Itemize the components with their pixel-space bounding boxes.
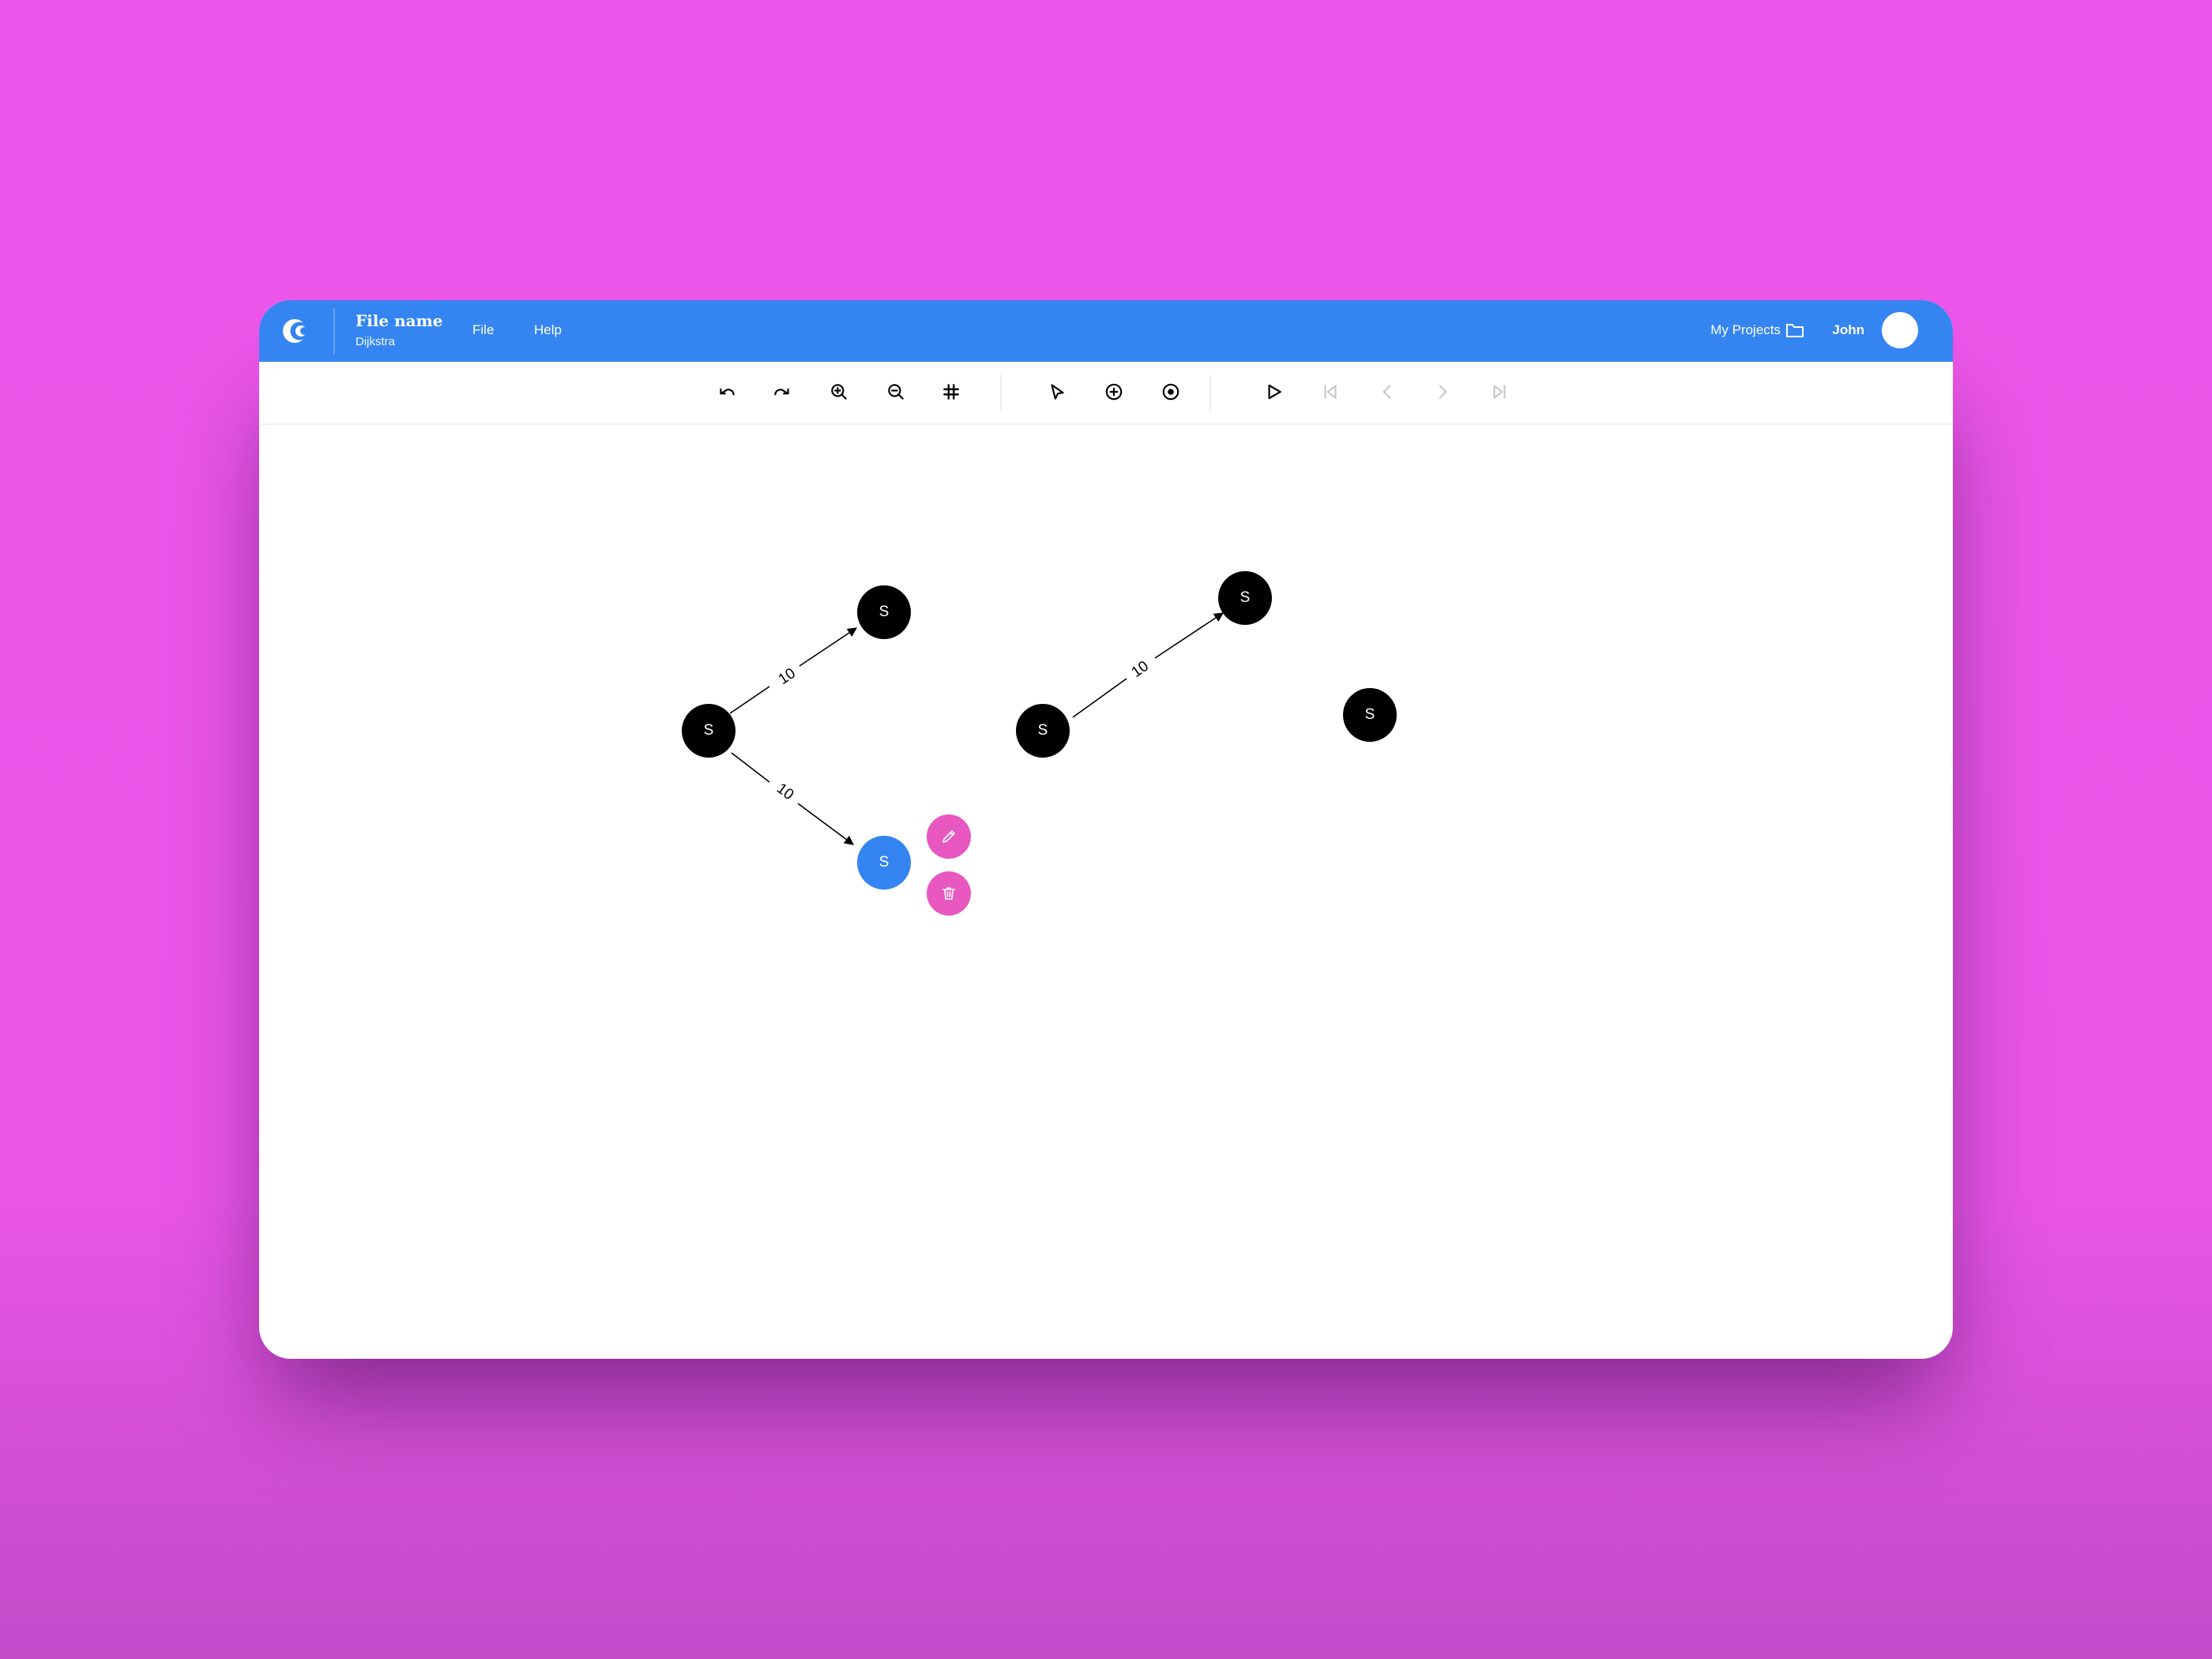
add-node-button[interactable] [1100, 378, 1128, 406]
last-step-icon [1493, 385, 1506, 399]
toolbar-divider [1000, 374, 1002, 411]
edge-line[interactable] [797, 803, 854, 845]
header-divider [333, 308, 335, 354]
edges-layer: 10 10 10 [729, 612, 1224, 845]
graph-canvas[interactable]: 10 10 10 S S S S S S [259, 425, 1953, 1359]
edge-weight-label: 10 [1129, 658, 1152, 681]
trash-icon [942, 887, 955, 900]
toolbar-divider [1209, 374, 1211, 411]
user-name[interactable]: John [1832, 322, 1864, 338]
pencil-icon [942, 830, 955, 843]
folder-icon[interactable] [1785, 322, 1804, 339]
zoom-out-icon [888, 384, 904, 400]
select-tool-button[interactable] [1043, 378, 1071, 406]
edge-line[interactable] [729, 686, 770, 714]
first-step-button[interactable] [1316, 378, 1345, 406]
app-window: File name Dijkstra File Help My Projects… [259, 300, 1953, 1359]
undo-button[interactable] [713, 378, 741, 406]
file-subtitle: Dijkstra [356, 335, 396, 348]
redo-button[interactable] [768, 378, 796, 406]
previous-step-icon [1382, 385, 1391, 399]
menu-help[interactable]: Help [534, 322, 562, 338]
crescent-logo-icon[interactable] [281, 315, 313, 347]
undo-icon [720, 388, 735, 396]
zoom-in-icon [831, 384, 847, 400]
play-button[interactable] [1259, 378, 1288, 406]
graph-node[interactable]: S [1016, 704, 1070, 758]
zoom-in-button[interactable] [825, 378, 853, 406]
edge-line[interactable] [1072, 678, 1127, 718]
file-title[interactable]: File name [356, 311, 442, 330]
pointer-icon [1051, 384, 1064, 400]
graph-node[interactable]: S [1343, 688, 1397, 742]
first-step-icon [1324, 385, 1337, 399]
graph-node[interactable]: S [1218, 571, 1272, 625]
graph-node-selected[interactable]: S [857, 836, 911, 890]
set-start-node-button[interactable] [1157, 378, 1185, 406]
set-start-node-icon [1162, 383, 1179, 401]
my-projects-link[interactable]: My Projects [1710, 322, 1781, 338]
next-step-button[interactable] [1428, 378, 1457, 406]
last-step-button[interactable] [1485, 378, 1514, 406]
delete-node-button[interactable] [927, 871, 971, 916]
edge-line[interactable] [731, 752, 770, 783]
avatar[interactable] [1882, 312, 1918, 348]
graph-node[interactable]: S [857, 585, 911, 639]
menu-file[interactable]: File [472, 322, 494, 338]
redo-icon [774, 388, 789, 396]
add-node-icon [1105, 383, 1123, 401]
grid-button[interactable] [937, 378, 965, 406]
next-step-icon [1439, 385, 1447, 399]
edge-line[interactable] [1154, 612, 1224, 659]
previous-step-button[interactable] [1373, 378, 1401, 406]
edit-node-button[interactable] [927, 814, 971, 859]
graph-node[interactable]: S [682, 704, 735, 758]
edge-weight-label: 10 [773, 781, 797, 803]
grid-icon [943, 384, 959, 400]
play-icon [1268, 384, 1281, 400]
edge-line[interactable] [799, 627, 857, 667]
toolbar [259, 362, 1953, 425]
top-bar: File name Dijkstra File Help My Projects… [259, 300, 1953, 362]
edge-weight-label: 10 [776, 665, 799, 688]
zoom-out-button[interactable] [882, 378, 910, 406]
